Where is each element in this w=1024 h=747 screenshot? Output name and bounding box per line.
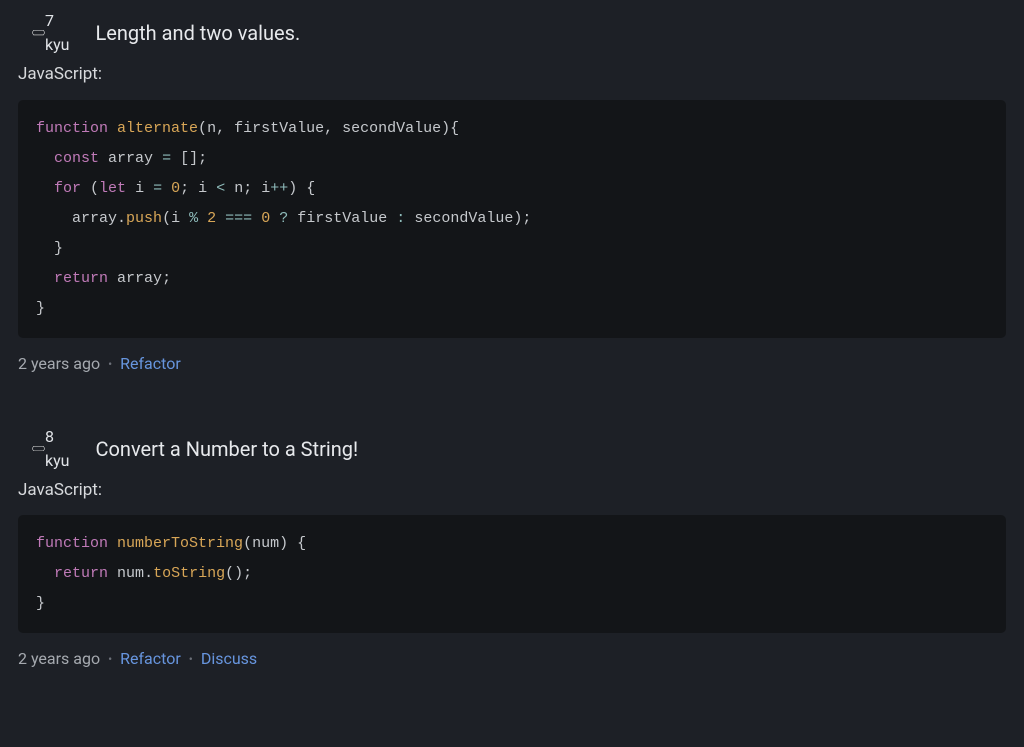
language-label: JavaScript: bbox=[18, 62, 1006, 88]
language-label: JavaScript: bbox=[18, 478, 1006, 504]
discuss-link[interactable]: Discuss bbox=[201, 647, 257, 671]
code-content: function numberToString(num) { return nu… bbox=[36, 529, 988, 619]
kata-title[interactable]: Convert a Number to a String! bbox=[95, 434, 358, 464]
separator-dot: • bbox=[108, 650, 112, 668]
timestamp: 2 years ago bbox=[18, 352, 100, 376]
refactor-link[interactable]: Refactor bbox=[120, 647, 181, 671]
code-block: function numberToString(num) { return nu… bbox=[18, 515, 1006, 633]
kata-entry: 7 kyu Length and two values. JavaScript:… bbox=[18, 18, 1006, 376]
kata-title[interactable]: Length and two values. bbox=[95, 18, 300, 48]
code-block: function alternate(n, firstValue, second… bbox=[18, 100, 1006, 338]
kata-header: 8 kyu Convert a Number to a String! bbox=[18, 434, 1006, 464]
kyu-label: 7 kyu bbox=[45, 9, 70, 57]
kata-header: 7 kyu Length and two values. bbox=[18, 18, 1006, 48]
kyu-badge[interactable]: 7 kyu bbox=[18, 22, 83, 44]
kyu-label: 8 kyu bbox=[45, 425, 70, 473]
separator-dot: • bbox=[108, 355, 112, 373]
code-content: function alternate(n, firstValue, second… bbox=[36, 114, 988, 324]
entry-footer: 2 years ago • Refactor • Discuss bbox=[18, 647, 1006, 671]
kyu-badge[interactable]: 8 kyu bbox=[18, 438, 83, 460]
separator-dot: • bbox=[189, 650, 193, 668]
entry-footer: 2 years ago • Refactor bbox=[18, 352, 1006, 376]
timestamp: 2 years ago bbox=[18, 647, 100, 671]
refactor-link[interactable]: Refactor bbox=[120, 352, 181, 376]
kata-entry: 8 kyu Convert a Number to a String! Java… bbox=[18, 434, 1006, 672]
